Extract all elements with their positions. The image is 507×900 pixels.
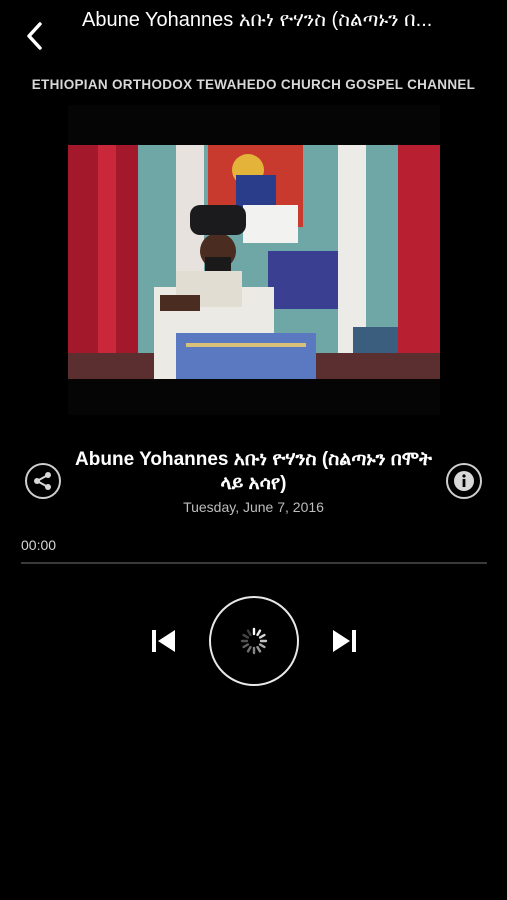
play-button[interactable]: [209, 596, 299, 686]
loading-spinner-icon: [240, 627, 268, 655]
previous-track-button[interactable]: [150, 628, 178, 654]
navigation-bar: Abune Yohannes አቡነ ዮሃንስ (ስልጣኑን በ...: [0, 0, 507, 70]
track-date: Tuesday, June 7, 2016: [183, 499, 324, 515]
skip-next-icon: [333, 630, 356, 652]
share-button[interactable]: [25, 463, 61, 499]
next-track-button[interactable]: [330, 628, 358, 654]
current-time: 00:00: [21, 537, 57, 553]
share-icon: [34, 472, 51, 490]
skip-previous-icon: [152, 630, 175, 652]
channel-name: ETHIOPIAN ORTHODOX TEWAHEDO CHURCH GOSPE…: [31, 77, 476, 92]
back-button[interactable]: [18, 18, 54, 54]
info-icon: [454, 471, 474, 491]
video-thumbnail: [68, 145, 440, 379]
chevron-left-icon: [27, 22, 42, 50]
track-title: Abune Yohannes አቡነ ዮሃንስ (ስልጣኑን በሞት ላይ አሳ…: [75, 449, 432, 494]
progress-bar[interactable]: [21, 562, 487, 564]
info-button[interactable]: [446, 463, 482, 499]
video-player[interactable]: [68, 105, 440, 415]
nav-title: Abune Yohannes አቡነ ዮሃንስ (ስልጣኑን በ...: [82, 9, 433, 31]
